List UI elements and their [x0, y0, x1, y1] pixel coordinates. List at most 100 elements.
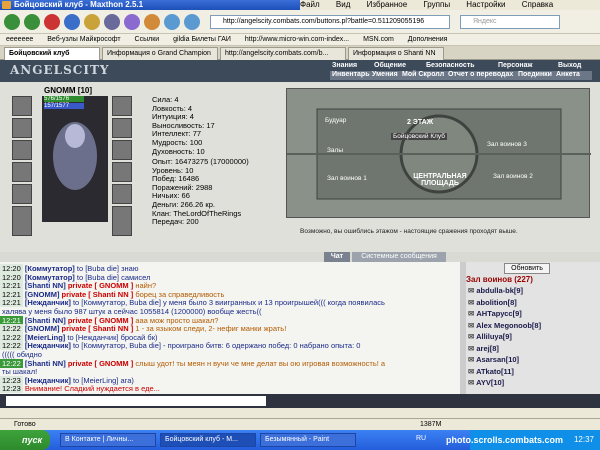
ring-slot[interactable]	[112, 96, 132, 116]
bookmark-item[interactable]: Дополнения	[408, 36, 448, 43]
user-list-item[interactable]: ✉ ATkato[11]	[468, 367, 514, 376]
back-icon[interactable]	[4, 14, 20, 30]
language-indicator[interactable]: RU	[416, 435, 426, 442]
map-fight-club-label[interactable]: Бойцовский Клуб	[391, 133, 447, 140]
map-hall-3-label[interactable]: Зал воинов 1	[327, 175, 367, 182]
nav-exit[interactable]: Выход	[558, 62, 581, 69]
shield-slot[interactable]	[112, 140, 132, 160]
menu-file[interactable]: Файл	[300, 0, 320, 9]
bookmark-item[interactable]: eeeeeee	[6, 36, 33, 43]
nav-transfers[interactable]: Отчет о переводах	[448, 71, 513, 78]
menu-favorites[interactable]: Избранное	[367, 0, 408, 9]
bookmark-item[interactable]: gildia Билеты ГАИ	[173, 36, 231, 43]
menu-help[interactable]: Справка	[522, 0, 553, 9]
nav-security[interactable]: Безопасность	[426, 62, 475, 69]
nav-my-scroll[interactable]: Мой Скролл	[402, 71, 444, 78]
private-message-icon[interactable]: ✉	[468, 332, 476, 341]
amulet-slot[interactable]	[12, 118, 32, 138]
search-input[interactable]: Яндекс	[460, 15, 560, 29]
bookmark-item[interactable]: Веб-узлы Майкрософт	[47, 36, 120, 43]
map-hall-2-label[interactable]: Зал воинов 2	[493, 173, 533, 180]
nav-knowledge[interactable]: Знания	[332, 62, 357, 69]
chat-timestamp[interactable]: 12:23	[0, 384, 23, 394]
user-name[interactable]: АНТарусс[9]	[476, 309, 521, 318]
user-list-item[interactable]: ✉ arej[8]	[468, 344, 499, 353]
tab-angelscity[interactable]: http://angelscity.combats.com/b...	[220, 47, 346, 60]
user-list-item[interactable]: ✉ AYV[10]	[468, 378, 504, 387]
chat-log: 12:20 [Коммутатор] to [Buba die] знаю 12:…	[0, 262, 460, 394]
refresh-button[interactable]: Обновить	[504, 263, 550, 274]
task-fight-club[interactable]: Бойцовский клуб - M...	[160, 433, 256, 447]
map-boudoir-label[interactable]: Будуар	[325, 117, 346, 124]
user-list-item[interactable]: ✉ abdulla-bk[9]	[468, 286, 523, 295]
tab-chat[interactable]: Чат	[324, 252, 350, 262]
undo-icon[interactable]	[164, 14, 180, 30]
avatar-figure	[53, 122, 97, 190]
nav-fights[interactable]: Поединки	[518, 71, 552, 78]
private-message-icon[interactable]: ✉	[468, 321, 476, 330]
earring-slot[interactable]	[112, 206, 132, 236]
bookmark-item[interactable]: MSN.com	[363, 36, 394, 43]
browser-toolbar: http://angelscity.combats.com/buttons.pl…	[0, 10, 600, 34]
refresh-icon[interactable]	[64, 14, 80, 30]
user-list-item[interactable]: ✉ Asarsan[10]	[468, 355, 519, 364]
user-name[interactable]: Alex Megonoob[8]	[476, 321, 541, 330]
private-message-icon[interactable]: ✉	[468, 355, 476, 364]
nav-profile[interactable]: Анкета	[556, 71, 580, 78]
leggings-slot[interactable]	[12, 206, 32, 236]
favorites-icon[interactable]	[124, 14, 140, 30]
bookmark-item[interactable]: http://www.micro-win.com-index...	[245, 36, 349, 43]
home-icon[interactable]	[84, 14, 100, 30]
stop-icon[interactable]	[44, 14, 60, 30]
task-vkontakte[interactable]: В Контакте | Личны...	[60, 433, 156, 447]
character-record: Опыт: 16473275 (17000000) Уровень: 10 По…	[152, 157, 249, 227]
address-bar[interactable]: http://angelscity.combats.com/buttons.pl…	[210, 15, 450, 29]
private-message-icon[interactable]: ✉	[468, 367, 476, 376]
menu-groups[interactable]: Группы	[423, 0, 450, 9]
map-hall-1-label[interactable]: Зал воинов 3	[487, 141, 527, 148]
user-list-item[interactable]: ✉ Alex Megonoob[8]	[468, 321, 541, 330]
bracers-slot[interactable]	[112, 184, 132, 204]
user-name[interactable]: abdulla-bk[9]	[476, 286, 523, 295]
private-message-icon[interactable]: ✉	[468, 378, 476, 387]
menu-view[interactable]: Вид	[336, 0, 350, 9]
nav-skills[interactable]: Умения	[372, 71, 398, 78]
menu-settings[interactable]: Настройки	[466, 0, 505, 9]
gloves-slot[interactable]	[112, 118, 132, 138]
map-halls-label[interactable]: Залы	[327, 147, 343, 154]
boots-slot[interactable]	[112, 162, 132, 182]
tab-grand-champion[interactable]: Информация о Grand Champion	[102, 47, 218, 60]
task-paint[interactable]: Безымянный - Paint	[260, 433, 356, 447]
user-list-item[interactable]: ✉ АНТарусс[9]	[468, 309, 522, 318]
user-name[interactable]: AYV[10]	[476, 378, 504, 387]
history-icon[interactable]	[104, 14, 120, 30]
user-name[interactable]: ATkato[11]	[476, 367, 514, 376]
tab-system-messages[interactable]: Системные сообщения	[352, 252, 446, 262]
belt-slot[interactable]	[12, 184, 32, 204]
character-name[interactable]: GNOMM [10]	[44, 86, 92, 95]
room-map[interactable]: 2 ЭТАЖ Бойцовский Клуб Будуар Залы Зал в…	[286, 88, 591, 218]
weapon-slot[interactable]	[12, 140, 32, 160]
user-list-item[interactable]: ✉ Alliluya[9]	[468, 332, 512, 341]
nav-inventory[interactable]: Инвентарь	[332, 71, 370, 78]
user-list-item[interactable]: ✉ abolition[8]	[468, 298, 517, 307]
user-name[interactable]: Asarsan[10]	[476, 355, 519, 364]
mail-icon[interactable]	[144, 14, 160, 30]
watermark: photo.scrolls.combats.com	[446, 435, 564, 445]
nav-social[interactable]: Общение	[374, 62, 406, 69]
helmet-slot[interactable]	[12, 96, 32, 116]
nav-character[interactable]: Персонаж	[498, 62, 532, 69]
forward-icon[interactable]	[24, 14, 40, 30]
start-button[interactable]: пуск	[0, 430, 50, 450]
tab-fight-club[interactable]: Бойцовский клуб	[4, 47, 100, 60]
tab-shanti-nn[interactable]: Информация о Shanti NN	[348, 47, 444, 60]
browser-tabs: Бойцовский клуб Информация о Grand Champ…	[0, 46, 600, 60]
user-name[interactable]: arej[8]	[476, 344, 499, 353]
user-name[interactable]: abolition[8]	[476, 298, 516, 307]
chat-input[interactable]	[6, 396, 266, 406]
tools-icon[interactable]	[184, 14, 200, 30]
map-central-square-label[interactable]: ЦЕНТРАЛЬНАЯ ПЛОЩАДЬ	[405, 173, 475, 187]
user-name[interactable]: Alliluya[9]	[476, 332, 512, 341]
bookmark-item[interactable]: Ссылки	[135, 36, 160, 43]
armor-slot[interactable]	[12, 162, 32, 182]
